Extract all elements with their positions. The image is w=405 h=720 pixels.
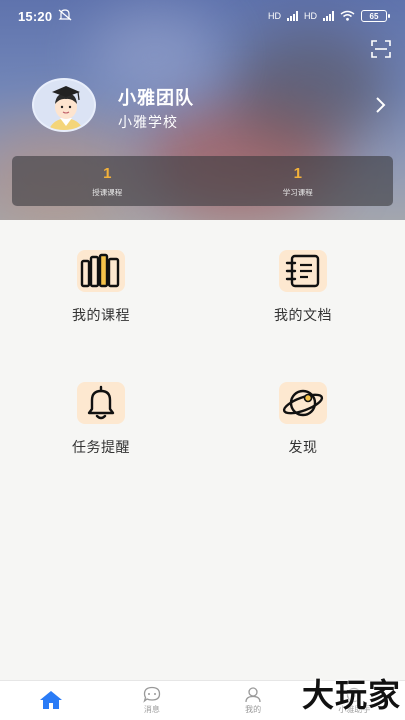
tab-label: 消息 — [143, 705, 160, 714]
watermark-logo: 大玩家 — [301, 676, 401, 714]
feature-grid: 我的课程 我的文档 任务提醒 发现 — [0, 220, 405, 680]
books-icon — [77, 250, 125, 292]
tab-mine[interactable]: 我的 — [203, 681, 304, 720]
battery-level: 65 — [369, 11, 379, 21]
tab-messages[interactable]: 消息 — [101, 681, 202, 720]
profile-name[interactable]: 小雅团队 — [118, 84, 194, 110]
stats-panel: 1 授课课程 1 学习课程 — [12, 156, 393, 206]
status-bar: 15:20 HD HD 65 — [0, 0, 405, 32]
network-label-1: HD — [268, 11, 281, 21]
feature-label: 任务提醒 — [72, 439, 130, 455]
status-icons: HD HD 65 — [268, 10, 390, 23]
stat-value: 1 — [293, 164, 302, 182]
bell-icon — [77, 382, 125, 424]
person-icon — [245, 687, 261, 703]
tab-home[interactable] — [0, 681, 101, 720]
stat-teaching-courses[interactable]: 1 授课课程 — [12, 156, 203, 206]
stat-label: 学习课程 — [282, 187, 313, 197]
stat-label: 授课课程 — [92, 187, 123, 197]
stat-value: 1 — [103, 164, 112, 182]
avatar[interactable] — [32, 78, 96, 132]
chat-icon — [143, 686, 161, 703]
signal-icon — [287, 11, 298, 21]
tab-label: 我的 — [245, 705, 262, 714]
feature-label: 发现 — [288, 439, 318, 455]
feature-label: 我的文档 — [274, 307, 332, 323]
wifi-icon — [340, 10, 355, 23]
chevron-right-icon[interactable] — [375, 96, 387, 114]
feature-discover[interactable]: 发现 — [233, 382, 373, 457]
signal-icon — [323, 11, 334, 21]
planet-icon — [279, 382, 327, 424]
feature-my-courses[interactable]: 我的课程 — [31, 250, 171, 325]
notebook-icon — [279, 250, 327, 292]
profile-school: 小雅学校 — [118, 114, 178, 130]
feature-task-reminder[interactable]: 任务提醒 — [31, 382, 171, 457]
stat-learning-courses[interactable]: 1 学习课程 — [203, 156, 394, 206]
network-label-2: HD — [304, 11, 317, 21]
feature-label: 我的课程 — [72, 307, 130, 323]
home-icon — [39, 691, 62, 709]
mute-icon — [58, 8, 72, 24]
status-time: 15:20 — [18, 8, 53, 24]
scan-icon[interactable] — [371, 40, 391, 58]
battery-icon: 65 — [361, 10, 390, 22]
feature-my-documents[interactable]: 我的文档 — [233, 250, 373, 325]
